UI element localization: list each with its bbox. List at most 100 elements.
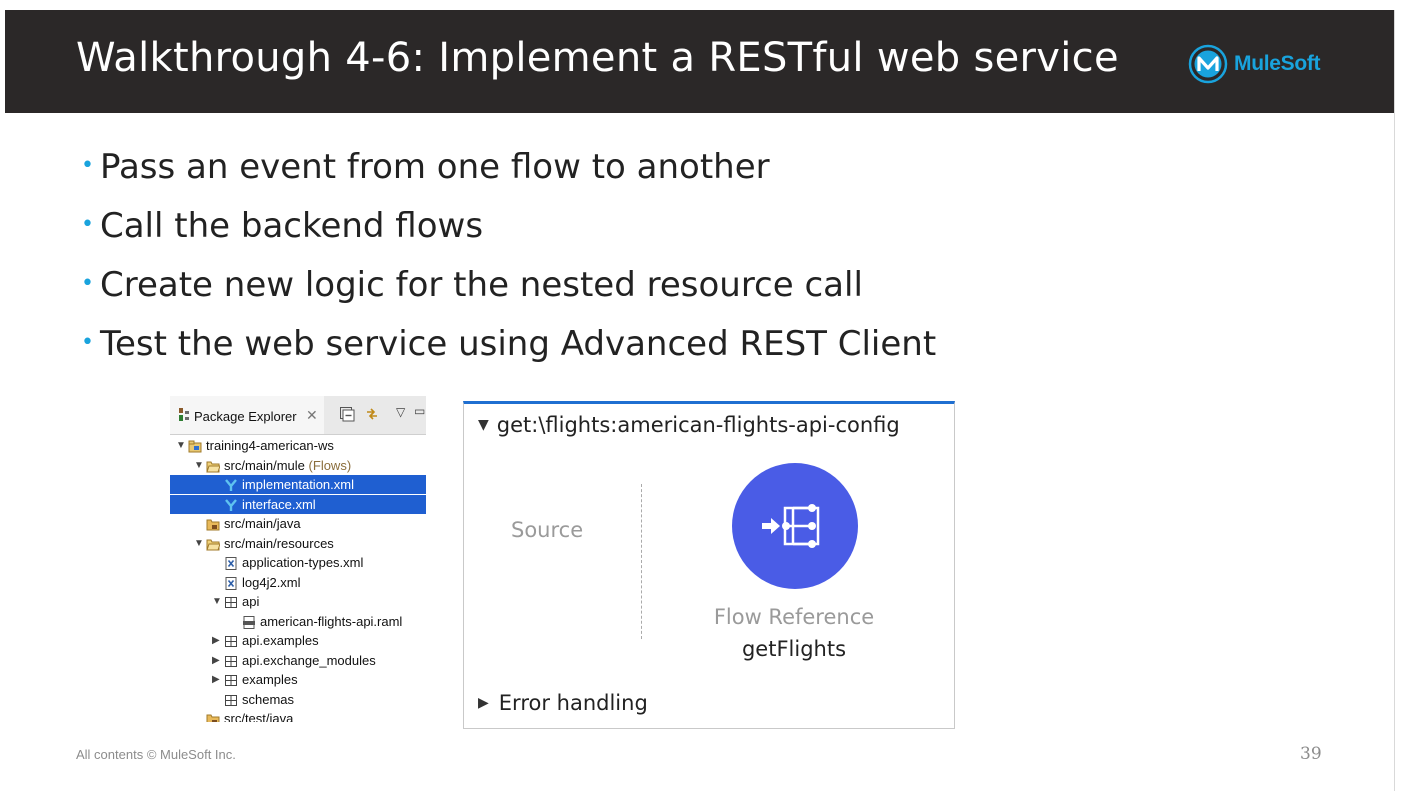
tree-item-label: src/main/resources	[224, 534, 334, 553]
tree-item[interactable]: implementation.xml	[170, 475, 426, 494]
flow-reference-icon	[762, 504, 820, 548]
tree-item-label: examples	[242, 670, 298, 689]
bullet-dot-icon: •	[81, 271, 94, 296]
tree-item-label: american-flights-api.raml	[260, 612, 402, 631]
expand-arrow-closed-icon[interactable]: ▶	[212, 651, 222, 670]
tree-item-text: implementation.xml	[242, 477, 354, 492]
bullet-item: • Call the backend flows	[81, 202, 936, 261]
tree-item-text: log4j2.xml	[242, 574, 301, 590]
tree-item[interactable]: application-types.xml	[170, 553, 426, 572]
tree-item-text: application-types.xml	[242, 555, 364, 570]
bullet-dot-icon: •	[81, 212, 94, 237]
source-folder-icon	[206, 517, 220, 531]
tree-item[interactable]: schemas	[170, 690, 426, 709]
tree-item-text: api	[242, 594, 260, 609]
tree-item[interactable]: ▼ src/main/resources	[170, 534, 426, 553]
tree-item-text: american-flights-api.raml	[260, 613, 403, 629]
page-number: 39	[1300, 744, 1322, 764]
tree-item-text: api.exchange_modules	[242, 652, 376, 668]
slide: Walkthrough 4-6: Implement a RESTful web…	[5, 10, 1395, 791]
bullet-dot-icon: •	[81, 330, 94, 355]
package-icon	[224, 654, 238, 667]
collapse-all-icon[interactable]	[339, 406, 355, 422]
tree-item-text: src/main/mule	[224, 457, 305, 473]
package-icon	[224, 693, 238, 706]
tree-item-label: api.examples	[242, 631, 319, 650]
tree-item-text: examples	[242, 672, 298, 687]
component-name-label: getFlights	[741, 637, 847, 661]
tree-item[interactable]: ▼ api	[170, 592, 426, 611]
section-divider	[641, 484, 642, 639]
flow-header[interactable]: ▼ get:\flights:american-flights-api-confi…	[478, 413, 900, 437]
expand-arrow-open-icon[interactable]: ▼	[194, 456, 204, 475]
tree-item[interactable]: ▶ api.examples	[170, 631, 426, 650]
error-handling-section[interactable]: ▶ Error handling	[478, 691, 648, 715]
minimize-icon[interactable]: ▭	[414, 404, 426, 420]
bullet-text: Create new logic for the nested resource…	[99, 265, 863, 305]
tree-item-label: schemas	[242, 690, 294, 709]
tree-item[interactable]: ▼ src/main/mule (Flows)	[170, 456, 426, 475]
tree-item[interactable]: src/test/java	[170, 709, 426, 722]
tree-item-text: src/main/java	[224, 516, 301, 531]
flow-name: get:\flights:american-flights-api-config	[496, 413, 900, 437]
tree-item[interactable]: interface.xml	[170, 494, 426, 514]
tree-item[interactable]: log4j2.xml	[170, 573, 426, 592]
package-icon	[224, 595, 238, 608]
tree-item-text: interface.xml	[242, 496, 316, 512]
bullet-item: • Test the web service using Advanced RES…	[81, 320, 936, 379]
package-explorer-header: Package Explorer ✕ ▽ ▭	[170, 396, 426, 435]
expand-arrow-open-icon[interactable]: ▼	[194, 534, 204, 553]
bullet-text: Call the backend flows	[99, 206, 484, 246]
raml-file-icon	[242, 615, 256, 629]
tree-item-label: api.exchange_modules	[242, 651, 376, 670]
tree-item-label: src/test/java	[224, 709, 293, 722]
collapse-triangle-icon[interactable]: ▼	[478, 417, 489, 433]
open-folder-icon	[206, 459, 221, 472]
component-type-label: Flow Reference	[713, 605, 875, 629]
open-folder-icon	[206, 537, 221, 550]
error-handling-label: Error handling	[498, 691, 648, 715]
expand-triangle-icon[interactable]: ▶	[478, 695, 489, 711]
mulesoft-logo: MuleSoft	[1188, 44, 1321, 84]
flow-canvas: ▼ get:\flights:american-flights-api-confi…	[463, 401, 955, 729]
expand-arrow-closed-icon[interactable]: ▶	[212, 670, 222, 689]
tab-package-explorer[interactable]: Package Explorer ✕	[170, 396, 324, 434]
tree-item[interactable]: src/main/java	[170, 514, 426, 533]
bullet-list: • Pass an event from one flow to another …	[81, 143, 936, 379]
package-icon	[224, 634, 238, 647]
tab-label: Package Explorer	[194, 409, 297, 424]
tree-item[interactable]: american-flights-api.raml	[170, 612, 426, 631]
close-icon[interactable]: ✕	[306, 407, 318, 424]
tree-item-label: application-types.xml	[242, 553, 363, 572]
tree-item[interactable]: ▶ api.exchange_modules	[170, 651, 426, 670]
flow-reference-component[interactable]	[732, 463, 858, 589]
footer-copyright: All contents © MuleSoft Inc.	[76, 747, 236, 762]
tree-item-label: implementation.xml	[242, 475, 354, 494]
mule-config-icon	[224, 478, 238, 491]
bullet-dot-icon: •	[81, 153, 94, 178]
package-explorer-icon	[179, 408, 189, 421]
view-menu-icon[interactable]: ▽	[396, 405, 412, 421]
tree-item-label: interface.xml	[242, 495, 316, 514]
tree-item-label: api	[242, 592, 259, 611]
tree-item-text: training4-american-ws	[206, 438, 334, 453]
tree-item-label: src/main/mule (Flows)	[224, 456, 351, 475]
xml-file-icon	[224, 556, 238, 570]
project-icon	[188, 439, 202, 453]
tree-item-text: src/main/resources	[224, 535, 334, 551]
logo-text: MuleSoft	[1234, 52, 1321, 75]
expand-arrow-open-icon[interactable]: ▼	[176, 436, 186, 455]
link-with-editor-icon[interactable]	[364, 406, 380, 422]
tree-item-label: log4j2.xml	[242, 573, 301, 592]
source-folder-icon	[206, 712, 220, 722]
mule-config-icon	[224, 498, 238, 511]
title-bar: Walkthrough 4-6: Implement a RESTful web…	[5, 10, 1394, 113]
expand-arrow-open-icon[interactable]: ▼	[212, 592, 222, 611]
bullet-item: • Pass an event from one flow to another	[81, 143, 936, 202]
tree-item[interactable]: ▶ examples	[170, 670, 426, 689]
tree-item-text: schemas	[242, 691, 295, 707]
source-section-label[interactable]: Source	[511, 518, 583, 542]
tree-item-label: src/main/java	[224, 514, 301, 533]
tree-item[interactable]: ▼ training4-american-ws	[170, 436, 426, 455]
expand-arrow-closed-icon[interactable]: ▶	[212, 631, 222, 650]
